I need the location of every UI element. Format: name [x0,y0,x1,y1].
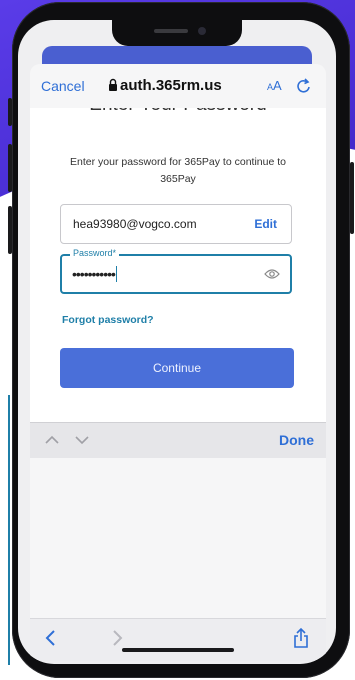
done-button[interactable]: Done [279,432,314,448]
browser-bottom-toolbar [30,618,326,661]
edit-email-link[interactable]: Edit [254,217,277,231]
home-indicator[interactable] [122,648,234,652]
web-content: Enter Your Password Enter your password … [30,108,326,422]
reload-icon[interactable] [296,77,312,95]
password-dots: ••••••••••• [72,266,116,282]
volume-up-button [8,144,12,192]
page-heading: Enter Your Password [30,108,326,116]
email-value: hea93980@vogco.com [73,217,197,231]
cancel-button[interactable]: Cancel [41,78,85,94]
text-size-button[interactable]: AA [267,78,282,93]
chevron-down-icon[interactable] [74,433,90,447]
password-value: ••••••••••• [72,266,118,282]
camera [198,27,206,35]
eye-icon[interactable] [264,268,280,280]
keyboard-toolbar: Done [30,422,326,459]
back-arrow-icon[interactable] [44,629,58,647]
forgot-password-link[interactable]: Forgot password? [62,314,154,326]
password-label: Password* [70,248,120,258]
continue-button[interactable]: Continue [60,348,294,388]
mute-switch [8,98,12,126]
chevron-up-icon[interactable] [44,433,60,447]
volume-down-button [8,206,12,254]
phone-screen: Cancel auth.365rm.us AA Enter Your Passw… [18,20,336,664]
forward-arrow-icon[interactable] [110,629,124,647]
lock-icon [109,78,117,91]
text-size-label-large: A [273,78,282,93]
speaker [154,29,188,33]
notch [112,20,242,46]
browser-nav-bar: Cancel auth.365rm.us AA [30,64,326,108]
browser-sheet: Cancel auth.365rm.us AA Enter Your Passw… [30,64,326,661]
email-field[interactable]: hea93980@vogco.com Edit [60,204,292,244]
password-field[interactable]: Password* ••••••••••• [60,248,292,294]
url-text[interactable]: auth.365rm.us [120,77,222,94]
blank-area [30,458,326,618]
power-button [350,162,354,234]
share-icon[interactable] [292,627,310,649]
intro-text: Enter your password for 365Pay to contin… [70,156,286,185]
text-caret [115,266,118,282]
background-accent-line [8,395,10,665]
